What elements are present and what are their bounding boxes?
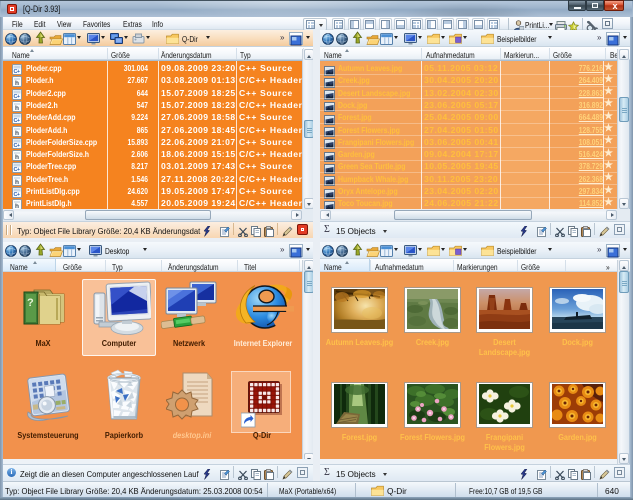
svg-text:?: ? [27, 297, 34, 309]
